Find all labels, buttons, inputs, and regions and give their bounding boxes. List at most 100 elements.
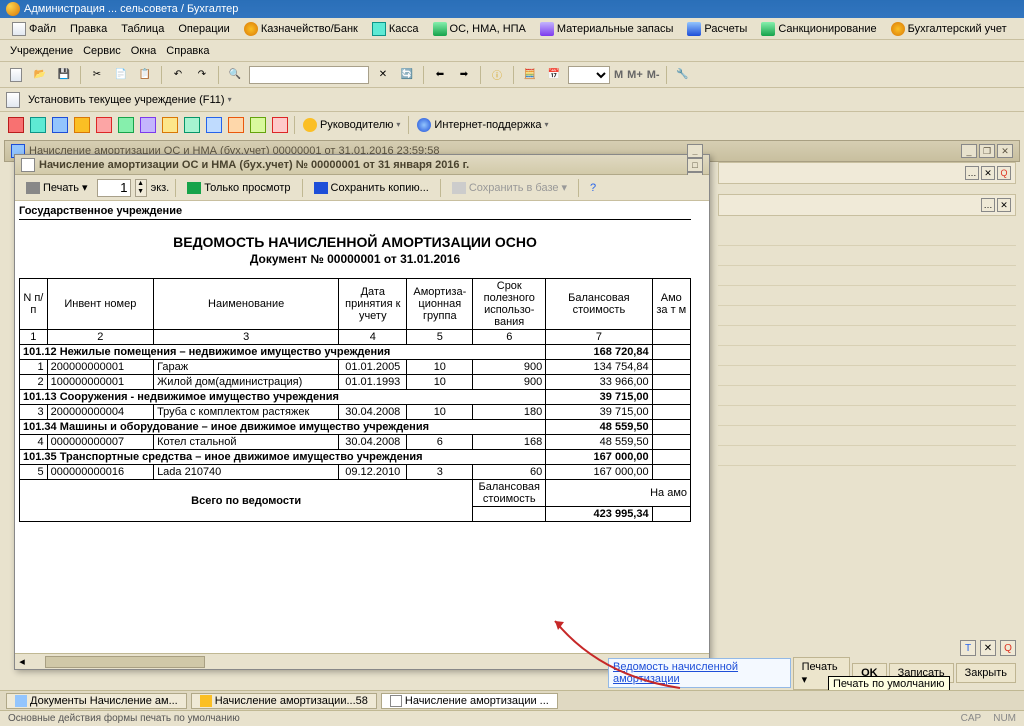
print-label: Печать (802, 661, 838, 673)
list-item[interactable] (718, 246, 1016, 266)
separator (440, 179, 441, 197)
shortcut-6[interactable] (116, 115, 136, 135)
copies-input[interactable] (97, 179, 131, 197)
list-item[interactable] (718, 426, 1016, 446)
list-item[interactable] (718, 226, 1016, 246)
close-button[interactable]: ✕ (997, 144, 1013, 158)
menu-operations[interactable]: Операции (172, 21, 235, 37)
help-button[interactable]: ? (585, 179, 601, 197)
list-item[interactable] (718, 346, 1016, 366)
manager-button[interactable]: Руководителю▾ (299, 116, 404, 134)
menu-accounting[interactable]: Бухгалтерский учет (885, 20, 1013, 38)
savecopy-button[interactable]: Сохранить копию... (309, 179, 434, 197)
menu-service[interactable]: Сервис (83, 45, 121, 57)
open-button[interactable]: 📂 (30, 65, 50, 85)
shortcut-10[interactable] (204, 115, 224, 135)
menu-windows[interactable]: Окна (131, 45, 157, 57)
new-button[interactable] (6, 65, 26, 85)
min-button[interactable]: _ (961, 144, 977, 158)
dots-button[interactable]: … (965, 166, 979, 180)
list-item[interactable] (718, 366, 1016, 386)
q-button[interactable]: Q (1000, 640, 1016, 656)
calc-icon (687, 22, 701, 36)
tab-documents[interactable]: Документы Начисление ам... (6, 693, 187, 709)
x-button[interactable]: ✕ (980, 640, 996, 656)
shortcut-2[interactable] (28, 115, 48, 135)
dots-button[interactable]: … (981, 198, 995, 212)
search-input[interactable] (249, 66, 369, 84)
report-link[interactable]: Ведомость начисленной амортизации (608, 658, 791, 688)
print-button[interactable]: Печать▾ (21, 178, 93, 197)
list-item[interactable] (718, 326, 1016, 346)
menu-cash[interactable]: Касса (366, 20, 425, 38)
help-button[interactable]: ⓘ (487, 65, 507, 85)
t-button[interactable]: T (960, 640, 976, 656)
list-item[interactable] (718, 446, 1016, 466)
set-institution-button[interactable]: Установить текущее учреждение (F11)▾ (24, 92, 236, 108)
clear-button[interactable]: ✕ (997, 198, 1011, 212)
shortcut-11[interactable] (226, 115, 246, 135)
menu-edit[interactable]: Правка (64, 21, 113, 37)
shortcut-3[interactable] (50, 115, 70, 135)
copies-spinner[interactable]: ▲▼ (135, 179, 147, 197)
shortcut-7[interactable] (138, 115, 158, 135)
wrench-button[interactable]: 🔧 (673, 65, 693, 85)
list-item[interactable] (718, 406, 1016, 426)
calc-button[interactable]: 🧮 (520, 65, 540, 85)
shortcut-12[interactable] (248, 115, 268, 135)
shortcut-5[interactable] (94, 115, 114, 135)
paste-button[interactable]: 📋 (135, 65, 155, 85)
scroll-thumb[interactable] (45, 656, 205, 668)
print-preview-window: Начисление амортизации ОС и НМА (бух.уче… (14, 154, 710, 670)
more-button[interactable]: Q (997, 166, 1011, 180)
redo-button[interactable]: ↷ (192, 65, 212, 85)
search-button[interactable]: 🔍 (225, 65, 245, 85)
menu-accounting-label: Бухгалтерский учет (908, 22, 1007, 34)
menu-table[interactable]: Таблица (115, 21, 170, 37)
zoom-select[interactable] (568, 66, 610, 84)
forward-button[interactable]: ➡ (454, 65, 474, 85)
tab-active[interactable]: Начисление амортизации ... (381, 693, 558, 709)
shortcut-4[interactable] (72, 115, 92, 135)
back-button[interactable]: ⬅ (430, 65, 450, 85)
menu-file[interactable]: Файл (6, 20, 62, 38)
menu-sanction[interactable]: Санкционирование (755, 20, 882, 38)
copy-button[interactable]: 📄 (111, 65, 131, 85)
menu-os[interactable]: ОС, НМА, НПА (427, 20, 532, 38)
menu-help[interactable]: Справка (166, 45, 209, 57)
menu-calc[interactable]: Расчеты (681, 20, 753, 38)
savedb-button[interactable]: Сохранить в базе▾ (447, 178, 572, 197)
menu-institution[interactable]: Учреждение (10, 45, 73, 57)
horizontal-scrollbar[interactable]: ◂ ▸ (15, 653, 709, 669)
shortcut-9[interactable] (182, 115, 202, 135)
list-item[interactable] (718, 386, 1016, 406)
m-label[interactable]: M (614, 69, 623, 81)
tab-label: Начисление амортизации ... (405, 695, 549, 707)
shortcut-1[interactable] (6, 115, 26, 135)
menu-treasury[interactable]: Казначейство/Банк (238, 20, 364, 38)
mminus-label[interactable]: M- (647, 69, 660, 81)
close-button[interactable]: Закрыть (956, 663, 1016, 683)
menu-materials[interactable]: Материальные запасы (534, 20, 680, 38)
clear-button[interactable]: ✕ (981, 166, 995, 180)
mplus-label[interactable]: M+ (627, 69, 643, 81)
list-item[interactable] (718, 306, 1016, 326)
cut-button[interactable]: ✂ (87, 65, 107, 85)
internet-button[interactable]: Интернет-поддержка▾ (413, 116, 552, 134)
list-item[interactable] (718, 286, 1016, 306)
restore-button[interactable]: ❐ (979, 144, 995, 158)
refresh-button[interactable]: 🔄 (397, 65, 417, 85)
list-item[interactable] (718, 266, 1016, 286)
shortcut-13[interactable] (270, 115, 290, 135)
table-row: 1200000000001Гараж01.01.200510900134 754… (20, 360, 691, 375)
tab-doc58[interactable]: Начисление амортизации...58 (191, 693, 377, 709)
save-button[interactable]: 💾 (54, 65, 74, 85)
shortcut-8[interactable] (160, 115, 180, 135)
undo-button[interactable]: ↶ (168, 65, 188, 85)
max-button[interactable]: □ (687, 158, 703, 172)
viewonly-button[interactable]: Только просмотр (182, 179, 295, 197)
colnum: 4 (339, 330, 407, 345)
clear-search-button[interactable]: ✕ (373, 65, 393, 85)
min-button[interactable]: _ (687, 144, 703, 158)
calendar-button[interactable]: 📅 (544, 65, 564, 85)
